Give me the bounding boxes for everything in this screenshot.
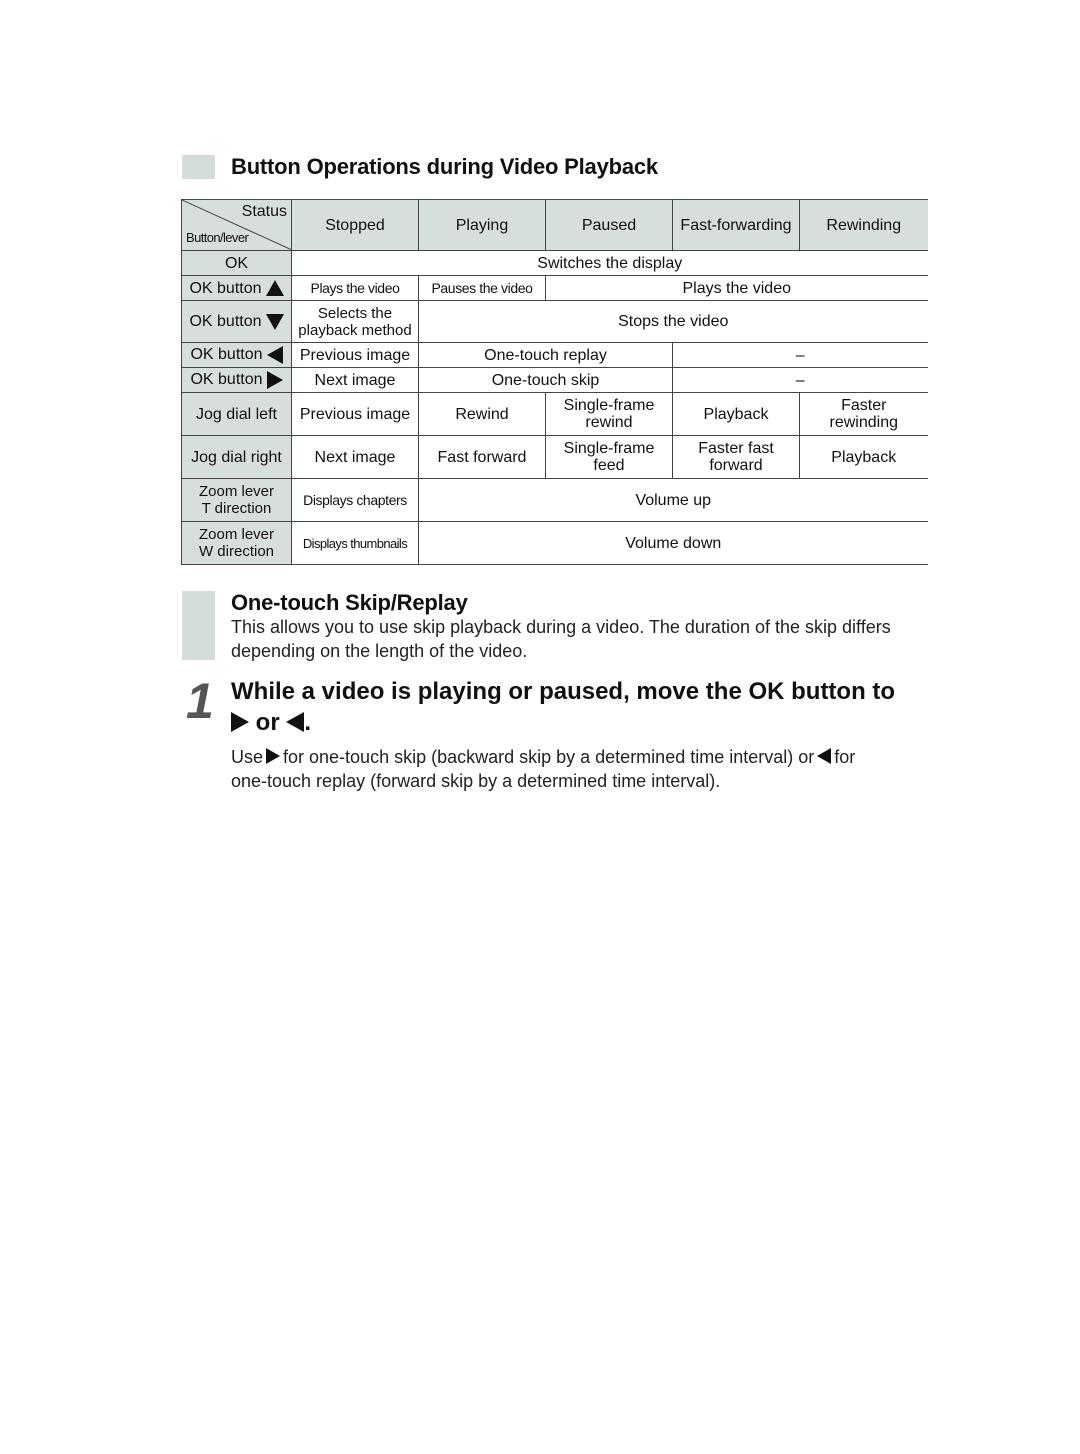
row-label: Jog dial right [181,435,292,479]
triangle-down-icon [265,313,284,330]
row-label: OK button [181,367,292,393]
row-label: Jog dial left [181,392,292,436]
row-label: OK button [181,300,292,343]
triangle-left-icon [286,712,305,732]
table-cell: Volume down [418,521,928,565]
button-operations-table: Status Button/lever Stopped Playing Paus… [181,199,928,565]
step-desc-end: one-touch replay (forward skip by a dete… [231,771,721,791]
cell-line: rewinding [829,414,898,431]
section-description: This allows you to use skip playback dur… [231,617,891,661]
triangle-left-icon [266,346,283,364]
table-cell: Stops the video [418,300,928,343]
table-cell: Rewind [418,392,546,436]
column-header: Paused [545,199,673,251]
table-cell: – [672,342,928,368]
cell-line: Faster fast [698,440,774,457]
column-header: Rewinding [799,199,928,251]
table-cell: – [672,367,928,393]
step-title-text: While a video is playing or paused, move… [231,678,896,705]
section-title-one-touch-skip: One-touch Skip/Replay [231,590,468,615]
table-cell: Previous image [291,342,419,368]
step-title-or: or [249,709,287,736]
table-cell: Plays the video [545,275,928,301]
step-number: 1 [186,673,214,729]
table-header-row: Status Button/lever Stopped Playing Paus… [181,199,928,251]
table-cell: Pauses the video [418,275,546,301]
cell-line: rewind [585,414,633,431]
button-lever-label: Button/lever [186,230,249,245]
cell-line: Selects the [317,304,393,322]
row-label-line: W direction [198,543,275,560]
cell-line: Single-frame [563,440,655,457]
step-desc-for: for [834,747,856,767]
row-label-line: Zoom lever [198,526,275,543]
table-cell: One-touch skip [418,367,673,393]
table-cell: Selects the playback method [291,300,419,343]
table-cell: Displays chapters [291,478,419,522]
table-cell: Next image [291,435,419,479]
cell-line: Single-frame [563,397,655,414]
table-cell: Playback [672,392,800,436]
table-row: Zoom lever T direction Displays chapters … [181,478,928,522]
triangle-up-icon [265,280,284,297]
table-row: OK button Plays the video Pauses the vid… [181,275,928,301]
step-desc-mid: for one-touch skip (backward skip by a d… [283,747,815,767]
triangle-right-icon [266,371,283,389]
row-label: OK [181,250,292,276]
cell-line: playback method [298,321,412,339]
step-description: Use for one-touch skip (backward skip by … [231,745,931,793]
table-cell: Displays thumbnails [291,521,419,565]
row-label-text: OK button [189,313,262,330]
table-cell: Single-frame rewind [545,392,673,436]
section-marker [182,591,215,660]
column-header: Fast-forwarding [672,199,800,251]
triangle-left-icon [817,748,832,764]
triangle-right-icon [231,712,249,732]
step-title-end: . [304,709,312,736]
table-cell: One-touch replay [418,342,673,368]
triangle-right-icon [266,748,281,764]
column-header: Playing [418,199,546,251]
section-marker [182,155,215,179]
table-cell: Playback [799,435,928,479]
table-row: OK button Next image One-touch skip – [181,367,928,393]
table-row: OK Switches the display [181,250,928,276]
row-label: Zoom lever W direction [181,521,292,565]
table-cell: Faster fast forward [672,435,800,479]
row-label-text: OK button [190,346,263,364]
table-row: Jog dial right Next image Fast forward S… [181,435,928,479]
step-desc-use: Use [231,747,264,767]
table-cell: Plays the video [291,275,419,301]
table-cell: Fast forward [418,435,546,479]
step-title: While a video is playing or paused, move… [231,676,951,738]
table-row: Zoom lever W direction Displays thumbnail… [181,521,928,565]
section-title-button-operations: Button Operations during Video Playback [231,154,658,179]
row-label-text: OK button [190,371,263,389]
column-header: Stopped [291,199,419,251]
row-label-text: OK button [189,279,262,297]
table-row: Jog dial left Previous image Rewind Sing… [181,392,928,436]
row-label: OK button [181,275,292,301]
corner-header-cell: Status Button/lever [181,199,292,251]
table-cell: Next image [291,367,419,393]
cell-line: Faster [841,397,887,414]
row-label: Zoom lever T direction [181,478,292,522]
status-label: Status [241,203,287,220]
table-row: OK button Selects the playback method Sto… [181,300,928,343]
table-cell: Volume up [418,478,928,522]
table-row: OK button Previous image One-touch repla… [181,342,928,368]
table-cell: Switches the display [291,250,928,276]
cell-line: forward [709,457,763,474]
row-label-line: T direction [201,500,272,517]
table-cell: Previous image [291,392,419,436]
cell-line: feed [593,457,625,474]
table-cell: Faster rewinding [799,392,928,436]
row-label: OK button [181,342,292,368]
row-label-line: Zoom lever [198,483,275,500]
table-cell: Single-frame feed [545,435,673,479]
